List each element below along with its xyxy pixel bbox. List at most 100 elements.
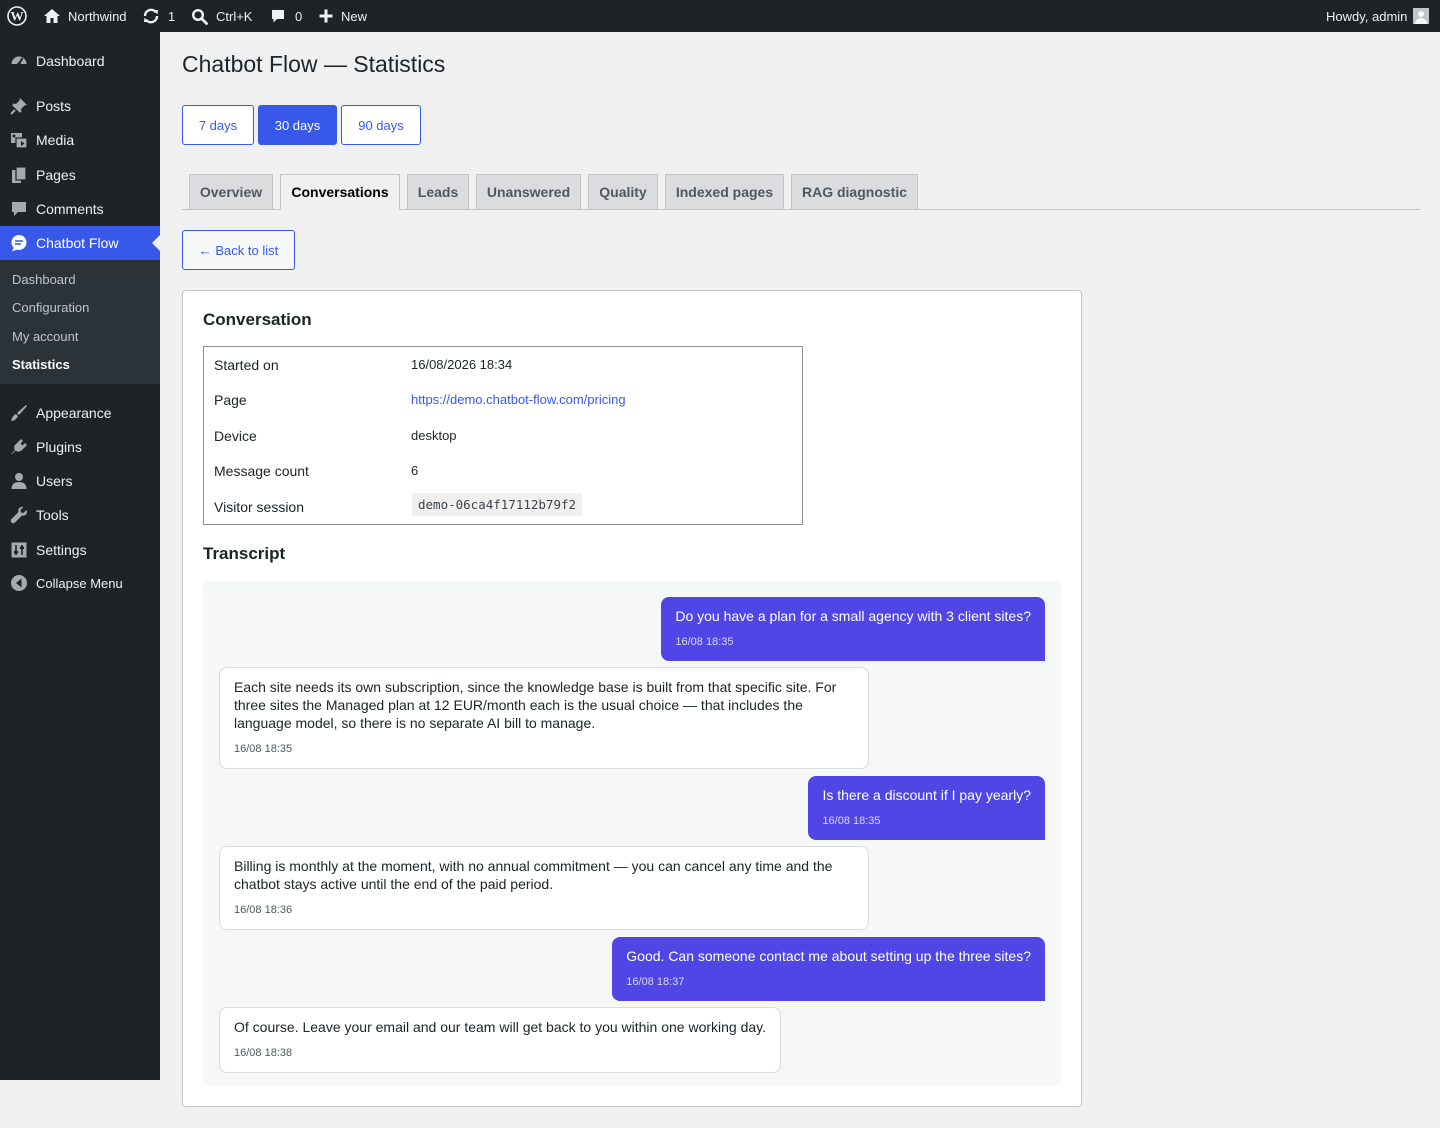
sidebar-item-label: Media bbox=[36, 132, 75, 148]
updates-count: 1 bbox=[168, 8, 176, 24]
started-on-value: 16/08/2026 18:34 bbox=[411, 357, 513, 372]
sidebar-item-plugins[interactable]: Plugins bbox=[0, 430, 160, 464]
search-command[interactable]: Ctrl+K bbox=[191, 0, 252, 32]
sidebar-item-label: Posts bbox=[36, 98, 72, 114]
chat-icon bbox=[9, 233, 29, 253]
sidebar-item-label: Collapse Menu bbox=[36, 575, 123, 591]
visitor-session-value: demo-06ca4f17112b79f2 bbox=[412, 493, 583, 516]
account-menu[interactable]: Howdy, admin bbox=[1326, 0, 1430, 32]
bot-message: Of course. Leave your email and our team… bbox=[219, 1007, 782, 1073]
sidebar-item-appearance[interactable]: Appearance bbox=[0, 396, 160, 430]
user-message: Good. Can someone contact me about setti… bbox=[612, 937, 1045, 1001]
submenu-item-dashboard[interactable]: Dashboard bbox=[12, 272, 76, 287]
tab-overview[interactable]: Overview bbox=[189, 174, 273, 210]
started-on-label: Started on bbox=[214, 357, 279, 373]
sidebar-item-media[interactable]: Media bbox=[0, 123, 160, 157]
bot-message: Billing is monthly at the moment, with n… bbox=[219, 846, 869, 930]
tab-conversations[interactable]: Conversations bbox=[280, 174, 400, 210]
howdy-text: Howdy, admin bbox=[1326, 8, 1408, 24]
message-time: 16/08 18:35 bbox=[234, 743, 293, 755]
message-time: 16/08 18:35 bbox=[675, 636, 734, 648]
message-count-label: Message count bbox=[214, 463, 309, 479]
message-text: Do you have a plan for a small agency wi… bbox=[675, 608, 1031, 624]
sidebar-item-dashboard[interactable]: Dashboard bbox=[0, 44, 160, 78]
comment-icon bbox=[9, 199, 29, 219]
pages-icon bbox=[9, 165, 29, 185]
site-name: Northwind bbox=[68, 8, 127, 24]
submenu-item-configuration[interactable]: Configuration bbox=[12, 300, 89, 315]
sidebar-item-tools[interactable]: Tools bbox=[0, 498, 160, 532]
message-text: Good. Can someone contact me about setti… bbox=[626, 948, 1031, 964]
avatar bbox=[1413, 8, 1430, 24]
dashboard-icon bbox=[9, 51, 29, 71]
range-30-days-button[interactable]: 30 days bbox=[258, 105, 337, 145]
sidebar-item-label: Appearance bbox=[36, 405, 112, 421]
table-row: Started on 16/08/2026 18:34 bbox=[204, 347, 802, 382]
sidebar-item-posts[interactable]: Posts bbox=[0, 89, 160, 123]
pin-icon bbox=[9, 96, 29, 116]
sidebar-item-comments[interactable]: Comments bbox=[0, 192, 160, 226]
message-text: Is there a discount if I pay yearly? bbox=[822, 787, 1031, 803]
site-name-link[interactable]: Northwind bbox=[43, 0, 127, 32]
message-text: Billing is monthly at the moment, with n… bbox=[234, 858, 833, 892]
wrench-icon bbox=[9, 505, 29, 525]
media-icon bbox=[9, 130, 29, 150]
page-title: Chatbot Flow — Statistics bbox=[182, 51, 446, 77]
submenu-item-statistics[interactable]: Statistics bbox=[12, 357, 70, 372]
comments-link[interactable]: 0 bbox=[270, 0, 302, 32]
sidebar-item-label: Chatbot Flow bbox=[36, 235, 119, 251]
message-count-value: 6 bbox=[411, 463, 419, 478]
table-row: Visitor session demo-06ca4f17112b79f2 bbox=[204, 489, 802, 524]
sidebar-item-label: Dashboard bbox=[36, 53, 105, 69]
collapse-menu-button[interactable]: Collapse Menu bbox=[0, 566, 160, 600]
sidebar-item-settings[interactable]: Settings bbox=[0, 533, 160, 567]
transcript-panel: Do you have a plan for a small agency wi… bbox=[203, 581, 1061, 1086]
wordpress-logo-icon[interactable]: W bbox=[7, 0, 27, 32]
user-message: Is there a discount if I pay yearly? 16/… bbox=[808, 776, 1045, 840]
message-text: Each site needs its own subscription, si… bbox=[234, 679, 837, 731]
range-90-days-button[interactable]: 90 days bbox=[341, 105, 421, 145]
page-url-link[interactable]: https://demo.chatbot-flow.com/pricing bbox=[411, 392, 626, 407]
tab-quality[interactable]: Quality bbox=[588, 174, 658, 210]
sidebar-item-pages[interactable]: Pages bbox=[0, 158, 160, 192]
updates-link[interactable]: 1 bbox=[142, 0, 175, 32]
conversation-heading: Conversation bbox=[203, 310, 312, 329]
comments-count: 0 bbox=[295, 8, 303, 24]
tab-leads[interactable]: Leads bbox=[407, 174, 469, 210]
device-value: desktop bbox=[411, 428, 457, 443]
tab-unanswered[interactable]: Unanswered bbox=[476, 174, 581, 210]
message-time: 16/08 18:35 bbox=[822, 815, 881, 827]
bot-message: Each site needs its own subscription, si… bbox=[219, 667, 869, 769]
brush-icon bbox=[9, 403, 29, 423]
new-label: New bbox=[341, 8, 368, 24]
plus-icon bbox=[318, 8, 334, 24]
home-icon bbox=[43, 7, 61, 25]
submenu-item-my-account[interactable]: My account bbox=[12, 329, 78, 344]
tab-indexed-pages[interactable]: Indexed pages bbox=[665, 174, 784, 210]
conversation-card: Conversation Started on 16/08/2026 18:34… bbox=[182, 290, 1082, 1107]
sidebar-item-users[interactable]: Users bbox=[0, 464, 160, 498]
message-text: Of course. Leave your email and our team… bbox=[234, 1019, 767, 1035]
sidebar-item-label: Comments bbox=[36, 201, 104, 217]
admin-bar: W Northwind 1 Ctrl+K 0 New Howdy, admin bbox=[0, 0, 1440, 32]
table-row: Message count 6 bbox=[204, 453, 802, 488]
new-content-link[interactable]: New bbox=[318, 0, 367, 32]
svg-text:W: W bbox=[11, 9, 24, 24]
sidebar-item-label: Tools bbox=[36, 507, 69, 523]
sidebar-item-chatbot-flow[interactable]: Chatbot Flow bbox=[0, 226, 160, 260]
plugin-icon bbox=[9, 437, 29, 457]
back-to-list-button[interactable]: ← Back to list bbox=[182, 230, 295, 270]
sidebar-item-label: Settings bbox=[36, 542, 87, 558]
sidebar-item-label: Users bbox=[36, 473, 73, 489]
tab-rag-diagnostic[interactable]: RAG diagnostic bbox=[791, 174, 918, 210]
search-shortcut-label: Ctrl+K bbox=[216, 8, 253, 24]
message-time: 16/08 18:38 bbox=[234, 1047, 293, 1059]
user-icon bbox=[9, 471, 29, 491]
table-row: Page https://demo.chatbot-flow.com/prici… bbox=[204, 382, 802, 417]
page-label: Page bbox=[214, 392, 247, 408]
range-7-days-button[interactable]: 7 days bbox=[182, 105, 254, 145]
user-message: Do you have a plan for a small agency wi… bbox=[661, 597, 1045, 661]
admin-sidebar: Dashboard Posts Media Pages Comments Cha… bbox=[0, 32, 160, 1080]
updates-icon bbox=[142, 7, 160, 25]
message-time: 16/08 18:37 bbox=[626, 976, 685, 988]
